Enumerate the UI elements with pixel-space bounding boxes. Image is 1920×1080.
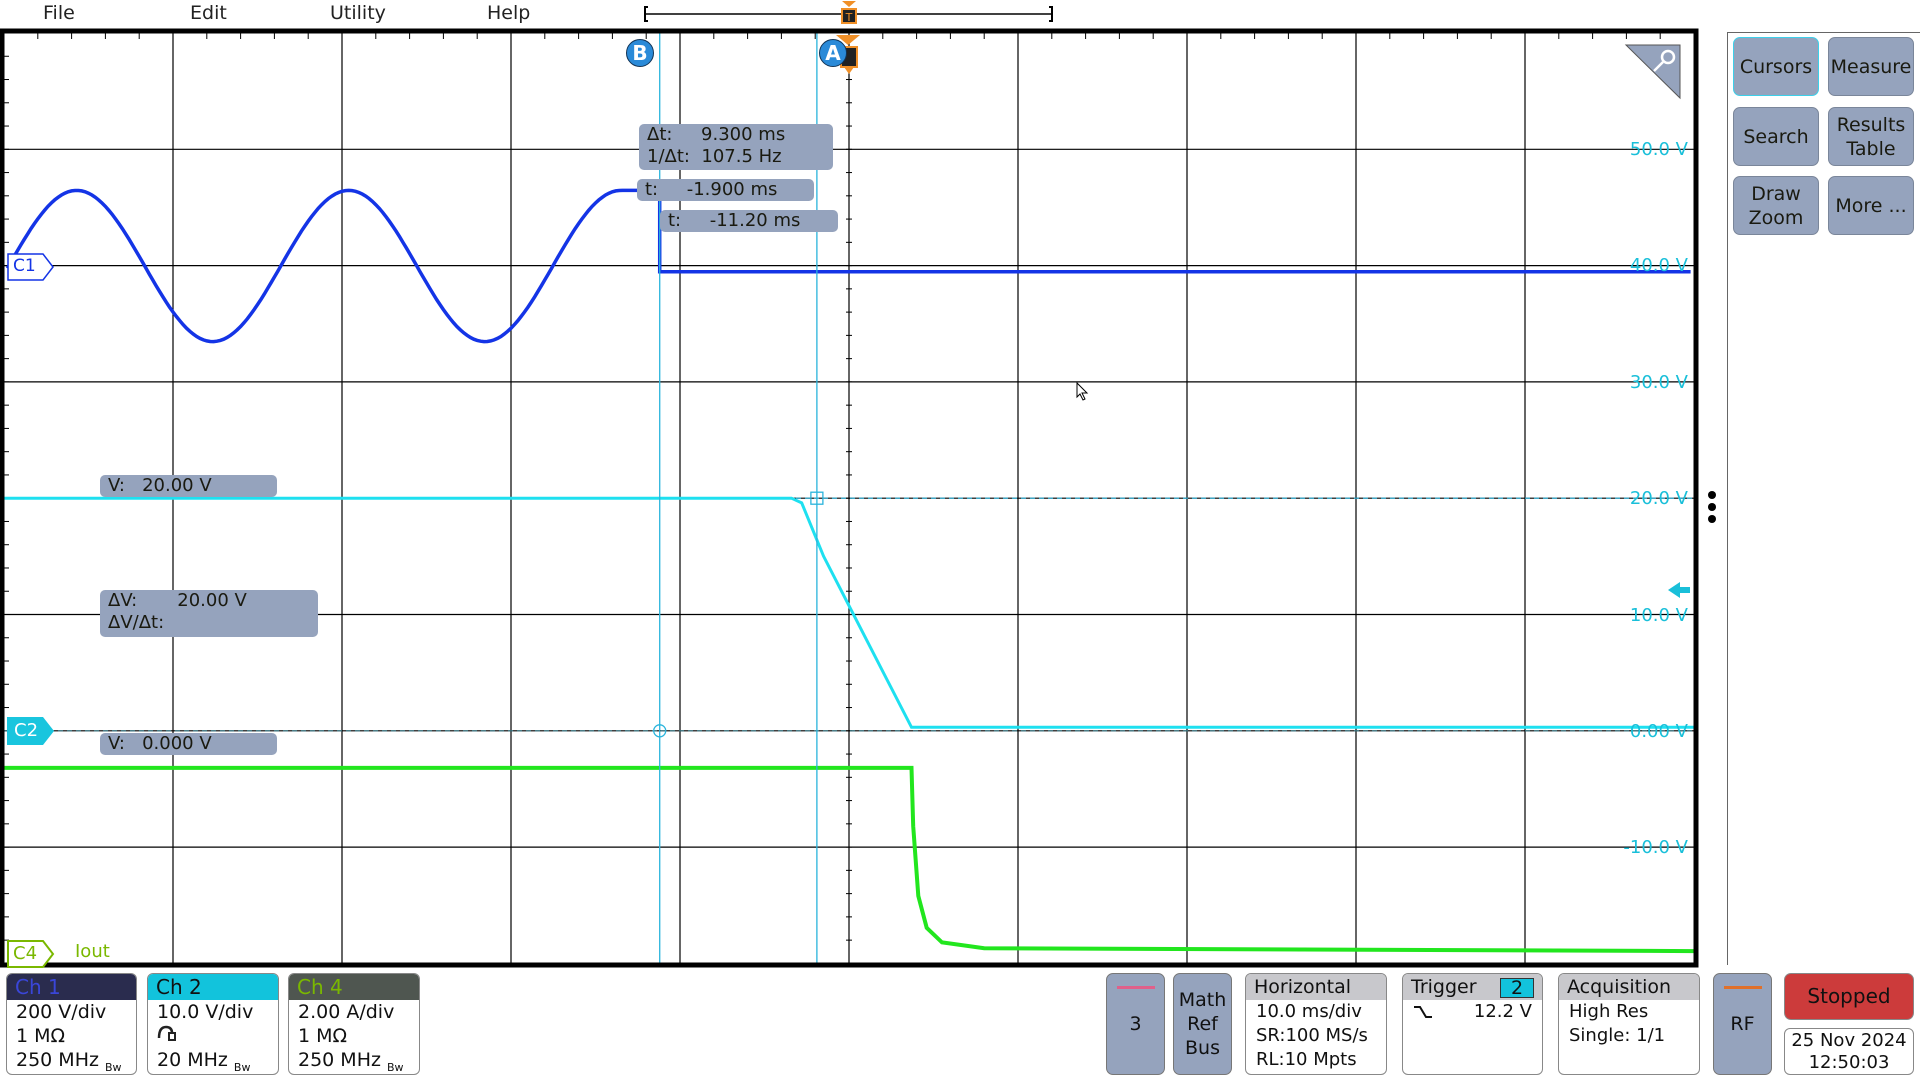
- ch4-bandwidth: 250 MHz: [298, 1049, 381, 1071]
- ch1-badge[interactable]: Ch 1 200 V/div 1 MΩ 250 MHz Bw: [6, 973, 137, 1075]
- cursor-a-voltage-readout[interactable]: V: 20.00 V: [100, 475, 277, 497]
- delta-v-value: ΔV: 20.00 V: [108, 590, 247, 611]
- cursor-b-time-readout[interactable]: t: -11.20 ms: [660, 210, 838, 232]
- dv-dt-value: ΔV/Δt:: [108, 612, 165, 633]
- ch1-ground-marker[interactable]: C1: [7, 253, 55, 285]
- inverse-delta-t-value: 1/Δt: 107.5 Hz: [647, 146, 782, 167]
- bandwidth-limit-icon: Bw: [233, 1060, 251, 1074]
- ch4-impedance: 1 MΩ: [298, 1025, 348, 1047]
- ch1-bandwidth: 250 MHz: [16, 1049, 99, 1071]
- scale-label: 50.0 V: [1629, 139, 1688, 160]
- scale-label: 40.0 V: [1629, 255, 1688, 276]
- sample-rate: SR:100 MS/s: [1256, 1025, 1368, 1046]
- ch3-button[interactable]: 3: [1106, 973, 1165, 1075]
- delta-t-readout[interactable]: Δt: 9.300 ms 1/Δt: 107.5 Hz: [639, 124, 833, 170]
- scale-label: -10.0 V: [1623, 837, 1688, 858]
- ch4-scale: 2.00 A/div: [298, 1001, 395, 1023]
- svg-text:T: T: [845, 11, 853, 24]
- ch1-marker-label: C1: [13, 256, 36, 276]
- math-ref-bus-button[interactable]: Math Ref Bus: [1173, 973, 1232, 1075]
- rf-color-bar: [1724, 986, 1762, 989]
- horizontal-badge[interactable]: Horizontal 10.0 ms/div SR:100 MS/s RL:10…: [1245, 973, 1387, 1075]
- ch4-badge[interactable]: Ch 4 2.00 A/div 1 MΩ 250 MHz Bw: [288, 973, 420, 1075]
- cursors-button[interactable]: Cursors: [1733, 37, 1819, 96]
- scale-label: 20.0 V: [1629, 488, 1688, 509]
- scale-label: 10.0 V: [1629, 605, 1688, 626]
- draw-zoom-button[interactable]: Draw Zoom: [1733, 176, 1819, 235]
- trigger-title: Trigger: [1411, 976, 1477, 998]
- cursor-a-time-readout[interactable]: t: -1.900 ms: [637, 179, 814, 201]
- ch2-title: Ch 2: [148, 974, 278, 1000]
- results-table-button[interactable]: Results Table: [1828, 107, 1914, 166]
- waveform-display[interactable]: T: [0, 0, 1920, 1080]
- more-button[interactable]: More ...: [1828, 176, 1914, 235]
- ch2-marker-label: C2: [14, 720, 39, 741]
- scale-label: 0.00 V: [1629, 721, 1688, 742]
- right-panel: [1727, 32, 1920, 965]
- run-stop-status-button[interactable]: Stopped: [1784, 973, 1914, 1020]
- date-time-display[interactable]: 25 Nov 2024 12:50:03: [1784, 1028, 1914, 1075]
- record-length: RL:10 Mpts: [1256, 1049, 1357, 1070]
- ch2-scale: 10.0 V/div: [157, 1001, 254, 1023]
- ch3-label: 3: [1129, 1013, 1142, 1035]
- acquisition-mode: High Res: [1569, 1001, 1649, 1022]
- delta-t-value: Δt: 9.300 ms: [647, 124, 786, 145]
- probe-icon: [148, 1024, 278, 1048]
- bandwidth-limit-icon: Bw: [387, 1060, 404, 1074]
- search-button[interactable]: Search: [1733, 107, 1819, 166]
- ch2-ground-marker[interactable]: C2: [7, 717, 55, 749]
- acquisition-title: Acquisition: [1559, 974, 1699, 1000]
- falling-edge-icon: [1414, 1006, 1432, 1018]
- cursor-b-voltage-readout[interactable]: V: 0.000 V: [100, 733, 277, 755]
- ch4-ground-marker[interactable]: C4: [7, 940, 55, 972]
- trigger-level: 12.2 V: [1473, 1001, 1532, 1022]
- more-options-icon[interactable]: [1708, 491, 1716, 523]
- ch2-bandwidth: 20 MHz: [157, 1049, 228, 1071]
- ch4-title: Ch 4: [289, 974, 419, 1000]
- horizontal-scale: 10.0 ms/div: [1256, 1001, 1362, 1022]
- ch1-scale: 200 V/div: [16, 1001, 107, 1023]
- horizontal-title: Horizontal: [1246, 974, 1386, 1000]
- ch4-marker-label: C4: [13, 943, 38, 964]
- timeline-trigger-icon: T: [841, 1, 857, 24]
- time: 12:50:03: [1808, 1052, 1890, 1073]
- acquisition-badge[interactable]: Acquisition High Res Single: 1/1: [1558, 973, 1700, 1075]
- cursor-a-handle[interactable]: A: [819, 39, 847, 67]
- rf-button[interactable]: RF: [1713, 973, 1772, 1075]
- cursor-b-handle[interactable]: B: [626, 39, 654, 67]
- trigger-badge[interactable]: Trigger 2 12.2 V: [1402, 973, 1543, 1075]
- record-timeline[interactable]: T: [644, 1, 1053, 24]
- ch1-impedance: 1 MΩ: [16, 1025, 66, 1047]
- ch3-color-bar: [1117, 986, 1155, 989]
- delta-v-readout[interactable]: ΔV: 20.00 V ΔV/Δt:: [100, 590, 318, 637]
- date: 25 Nov 2024: [1791, 1030, 1907, 1051]
- scale-label: 30.0 V: [1629, 372, 1688, 393]
- bandwidth-limit-icon: Bw: [105, 1060, 122, 1074]
- ch4-label: Iout: [73, 941, 112, 962]
- trigger-source: 2: [1500, 978, 1534, 998]
- rf-label: RF: [1730, 1013, 1755, 1035]
- ch2-badge[interactable]: Ch 2 10.0 V/div 20 MHz Bw: [147, 973, 279, 1075]
- acquisition-count: Single: 1/1: [1569, 1025, 1666, 1046]
- ch1-title: Ch 1: [7, 974, 136, 1000]
- measure-button[interactable]: Measure: [1828, 37, 1914, 96]
